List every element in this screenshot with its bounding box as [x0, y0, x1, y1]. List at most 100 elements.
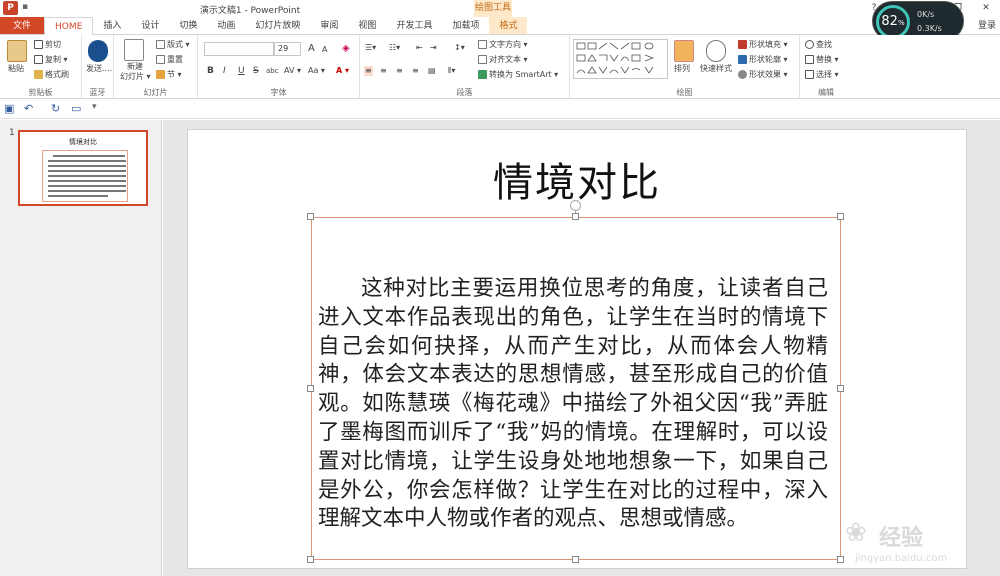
quick-styles-icon[interactable] — [706, 40, 726, 62]
watermark-cn: 经验 — [879, 526, 924, 551]
shrink-font-button[interactable]: A — [322, 45, 327, 55]
tab-file[interactable]: 文件 — [0, 17, 45, 34]
font-name-field[interactable] — [204, 42, 274, 56]
font-color-button[interactable]: A ▾ — [336, 66, 349, 76]
tab-view[interactable]: 视图 — [348, 17, 386, 34]
decrease-indent-icon[interactable]: ⇤ — [416, 43, 423, 53]
layout-label: 版式 ▾ — [167, 40, 190, 49]
justify-icon[interactable]: ≡ — [412, 66, 419, 76]
change-case-button[interactable]: Aa ▾ — [308, 66, 325, 76]
reset-label: 重置 — [167, 55, 183, 64]
new-slide-label-1[interactable]: 新建 — [127, 62, 143, 72]
tab-animations[interactable]: 动画 — [207, 17, 245, 34]
tab-developer[interactable]: 开发工具 — [386, 17, 442, 34]
shape-effects-label: 形状效果 ▾ — [749, 70, 788, 79]
resize-handle-ne[interactable] — [837, 213, 844, 220]
increase-indent-icon[interactable]: ⇥ — [430, 43, 437, 53]
resize-handle-n[interactable] — [572, 213, 579, 220]
layout-button[interactable]: 版式 ▾ — [156, 40, 190, 50]
tab-home[interactable]: HOME — [44, 17, 94, 36]
bold-button[interactable]: B — [207, 66, 214, 76]
find-button[interactable]: 查找 — [805, 40, 832, 50]
slide-number: 1 — [9, 128, 15, 138]
cursor-icon — [805, 70, 814, 79]
sign-in-link[interactable]: 登录 — [978, 17, 996, 35]
resize-handle-w[interactable] — [307, 385, 314, 392]
replace-button[interactable]: 替换 ▾ — [805, 55, 839, 65]
send-button[interactable]: 发送.... — [86, 64, 112, 74]
quick-styles-button[interactable]: 快速样式 — [700, 64, 732, 74]
resize-handle-e[interactable] — [837, 385, 844, 392]
copy-button[interactable]: 复制 ▾ — [34, 55, 68, 65]
line-spacing-icon[interactable]: ↕▾ — [454, 43, 465, 53]
resize-handle-s[interactable] — [572, 556, 579, 563]
underline-button[interactable]: U — [238, 66, 245, 76]
paste-button[interactable]: 粘贴 — [8, 64, 24, 74]
section-icon — [156, 70, 165, 79]
convert-smartart-button[interactable]: 转换为 SmartArt ▾ — [478, 70, 558, 80]
clipboard-group: 粘贴 剪切 复制 ▾ 格式刷 剪贴板 — [0, 35, 82, 99]
arrange-button[interactable]: 排列 — [674, 64, 690, 74]
strikethrough-button[interactable]: S — [253, 66, 259, 76]
cut-button[interactable]: 剪切 — [34, 40, 61, 50]
text-direction-icon — [478, 40, 487, 49]
char-spacing-button[interactable]: AV ▾ — [284, 66, 301, 76]
tab-transitions[interactable]: 切换 — [169, 17, 207, 34]
slide-body-text[interactable]: 这种对比主要运用换位思考的角度，让读者自己进入文本作品表现出的角色，让学生在当时… — [318, 275, 828, 534]
brush-icon — [34, 70, 43, 79]
new-slide-label-2[interactable]: 幻灯片 ▾ — [120, 72, 151, 82]
customize-qat-icon[interactable]: ▾ — [92, 102, 97, 112]
paste-icon[interactable] — [7, 40, 27, 62]
magnifier-icon — [805, 40, 814, 49]
distributed-icon[interactable]: ▤ — [428, 66, 436, 76]
align-right-icon[interactable]: ≡ — [396, 66, 403, 76]
font-size-field[interactable]: 29 — [274, 42, 301, 56]
redo-icon[interactable]: ↻ — [51, 102, 60, 115]
tab-slideshow[interactable]: 幻灯片放映 — [245, 17, 310, 34]
text-direction-label: 文字方向 ▾ — [489, 40, 528, 49]
tab-review[interactable]: 审阅 — [310, 17, 348, 34]
select-button[interactable]: 选择 ▾ — [805, 70, 839, 80]
arrange-icon[interactable] — [674, 40, 694, 62]
ribbon-tabs: 文件 HOME 插入 设计 切换 动画 幻灯片放映 审阅 视图 开发工具 加载项… — [0, 17, 1000, 36]
paragraph-group-label: 段落 — [456, 88, 473, 97]
reset-button[interactable]: 重置 — [156, 55, 183, 65]
slide-thumbnail-1[interactable]: 情境对比 — [18, 130, 148, 206]
shadow-button[interactable]: abc — [266, 66, 279, 76]
resize-handle-se[interactable] — [837, 556, 844, 563]
new-slide-icon[interactable] — [124, 39, 144, 61]
bluetooth-icon[interactable] — [88, 40, 108, 62]
numbering-icon[interactable]: ☷▾ — [389, 43, 400, 53]
shape-fill-button[interactable]: 形状填充 ▾ — [738, 40, 788, 50]
tab-design[interactable]: 设计 — [131, 17, 169, 34]
shape-outline-button[interactable]: 形状轮廓 ▾ — [738, 55, 788, 65]
align-left-icon[interactable]: ≡ — [364, 66, 373, 76]
tab-insert[interactable]: 插入 — [93, 17, 131, 34]
copy-label: 复制 ▾ — [45, 55, 68, 64]
align-center-icon[interactable]: ≡ — [380, 66, 387, 76]
resize-handle-sw[interactable] — [307, 556, 314, 563]
tab-format[interactable]: 格式 — [489, 17, 528, 34]
rotate-handle[interactable] — [570, 200, 581, 211]
effects-icon — [738, 70, 747, 79]
resize-handle-nw[interactable] — [307, 213, 314, 220]
grow-font-button[interactable]: A — [308, 44, 315, 54]
close-button[interactable]: ✕ — [972, 0, 1000, 17]
text-direction-button[interactable]: 文字方向 ▾ — [478, 40, 528, 50]
section-button[interactable]: 节 ▾ — [156, 70, 182, 80]
clear-formatting-icon[interactable]: ◈ — [342, 44, 350, 54]
format-painter-button[interactable]: 格式刷 — [34, 70, 69, 80]
shapes-gallery[interactable] — [573, 39, 668, 79]
drawing-tools-context-label: 绘图工具 — [474, 0, 512, 17]
shape-effects-button[interactable]: 形状效果 ▾ — [738, 70, 788, 80]
undo-icon[interactable]: ↶ — [24, 102, 33, 115]
start-slideshow-icon[interactable]: ▭ — [71, 102, 81, 115]
italic-button[interactable]: I — [223, 66, 226, 76]
save-icon[interactable]: ▣ — [4, 102, 14, 115]
reset-icon — [156, 55, 165, 64]
align-text-button[interactable]: 对齐文本 ▾ — [478, 55, 528, 65]
tab-addins[interactable]: 加载项 — [442, 17, 489, 34]
editing-group-label: 编辑 — [818, 88, 834, 97]
bullets-icon[interactable]: ☰▾ — [365, 43, 376, 53]
columns-icon[interactable]: ⫴▾ — [448, 66, 455, 76]
